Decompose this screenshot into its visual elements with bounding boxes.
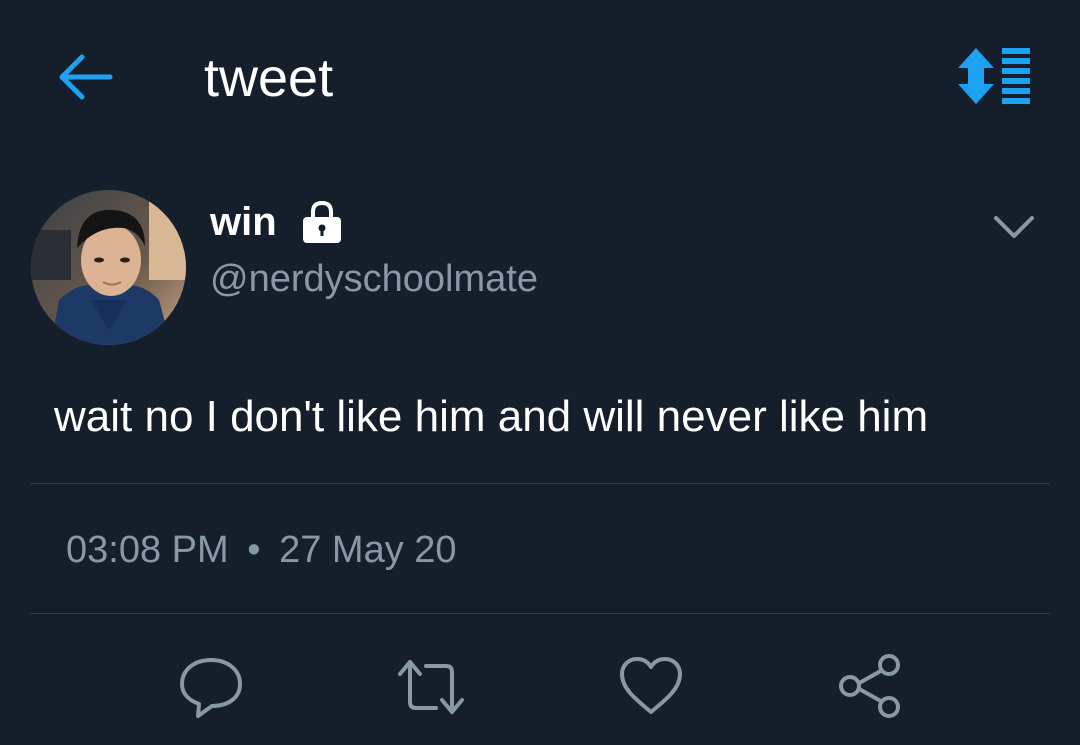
like-icon[interactable] (616, 652, 686, 722)
divider (30, 483, 1050, 484)
divider (30, 613, 1050, 614)
reply-icon[interactable] (176, 652, 246, 722)
page-title: tweet (204, 48, 334, 108)
tweet-timestamp: 03:08 PM • 27 May 20 (66, 525, 457, 575)
chevron-down-icon[interactable] (988, 206, 1040, 246)
tweet-date: 27 May 20 (279, 529, 457, 571)
retweet-icon[interactable] (396, 652, 466, 722)
sort-thread-icon[interactable] (954, 46, 1036, 106)
top-bar: tweet (0, 0, 1080, 160)
back-arrow-icon[interactable] (56, 50, 116, 104)
tweet-time: 03:08 PM (66, 529, 229, 571)
author-name-row: win (210, 196, 345, 248)
user-handle[interactable]: @nerdyschoolmate (210, 256, 538, 302)
meta-separator: • (247, 529, 261, 571)
lock-icon (299, 199, 345, 245)
display-name[interactable]: win (210, 197, 277, 247)
tweet-text: wait no I don't like him and will never … (54, 392, 929, 441)
avatar[interactable] (31, 190, 186, 345)
share-icon[interactable] (836, 652, 906, 722)
